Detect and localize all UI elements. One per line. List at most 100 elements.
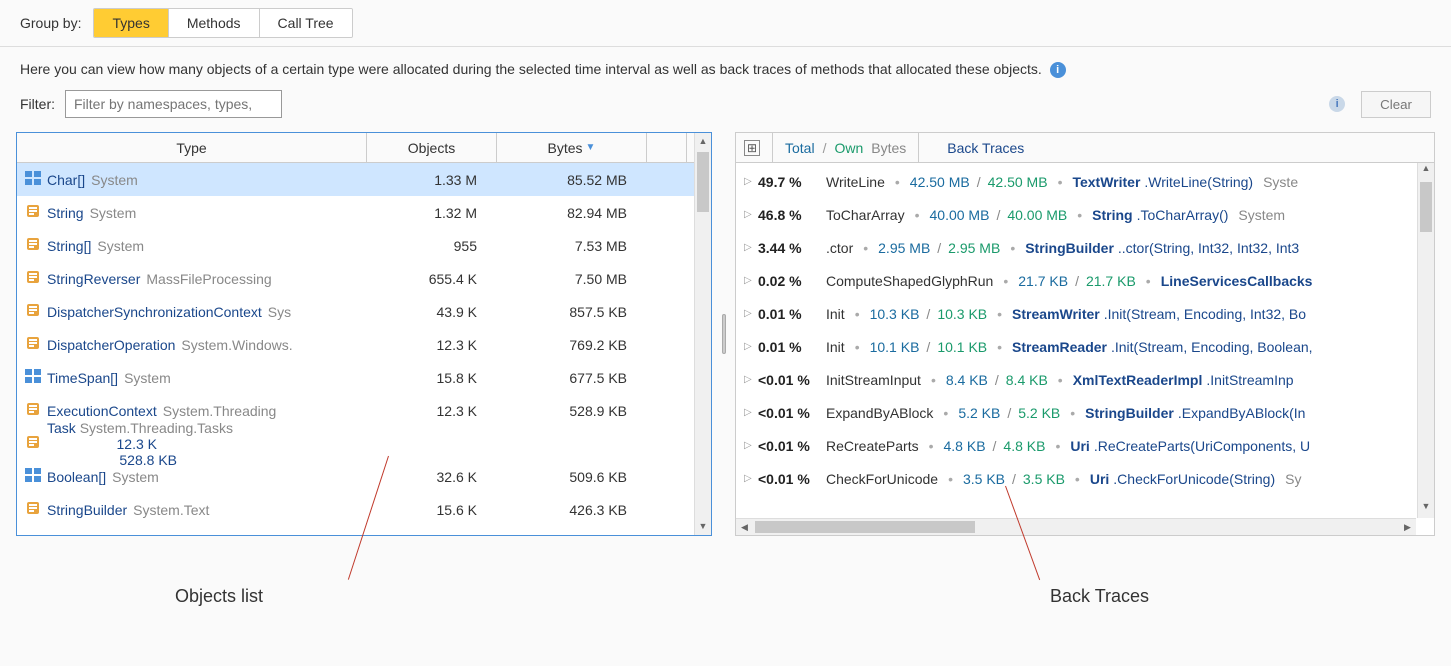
dot-separator: • (863, 240, 868, 256)
column-type[interactable]: Type (17, 133, 367, 162)
own-bytes: 40.00 MB (1007, 207, 1067, 223)
table-row[interactable]: StringBuilder System.Text15.6 K426.3 KB (17, 493, 711, 526)
filter-input[interactable] (65, 90, 282, 118)
own-bytes: 3.5 KB (1023, 471, 1065, 487)
expand-icon[interactable]: ▷ (744, 275, 754, 286)
backtrace-row[interactable]: ▷0.01 %Init•10.1 KB/10.1 KB•StreamReader… (736, 330, 1434, 363)
info-icon[interactable]: i (1050, 62, 1066, 78)
tab-methods[interactable]: Methods (169, 9, 260, 37)
percent-value: <0.01 % (758, 471, 818, 487)
objects-value: 1.32 M (367, 205, 497, 221)
total-bytes: 4.8 KB (944, 438, 986, 454)
dot-separator: • (1146, 273, 1151, 289)
table-row[interactable]: DispatcherSynchronizationContext Sys43.9… (17, 295, 711, 328)
table-row[interactable]: String[] System9557.53 MB (17, 229, 711, 262)
class-name: Uri (1070, 438, 1089, 454)
right-hscrollbar[interactable]: ◀ ▶ (736, 518, 1416, 535)
type-namespace: System (91, 172, 138, 188)
expand-icon[interactable]: ▷ (744, 308, 754, 319)
scroll-right-icon[interactable]: ▶ (1399, 522, 1416, 533)
type-namespace: Sys (268, 304, 291, 320)
table-row[interactable]: TimeSpan[] System15.8 K677.5 KB (17, 361, 711, 394)
expand-icon[interactable]: ▷ (744, 341, 754, 352)
method-name: ExpandByABlock (826, 405, 933, 421)
expand-all-icon[interactable]: ⊞ (744, 140, 760, 156)
dot-separator: • (929, 438, 934, 454)
table-row[interactable]: StringReverser MassFileProcessing655.4 K… (17, 262, 711, 295)
class-icon (25, 501, 41, 518)
bytes-value: 857.5 KB (497, 304, 647, 320)
splitter[interactable] (720, 132, 727, 536)
scroll-thumb[interactable] (755, 521, 975, 533)
column-extra[interactable] (647, 133, 687, 162)
filter-info-icon[interactable]: i (1329, 96, 1345, 112)
annotation-objects-list: Objects list (175, 586, 263, 607)
objects-value: 43.9 K (367, 304, 497, 320)
method-signature: .ReCreateParts(UriComponents, U (1094, 438, 1310, 454)
method-name: ComputeShapedGlyphRun (826, 273, 993, 289)
table-row[interactable]: Char[] System1.33 M85.52 MB (17, 163, 711, 196)
own-label[interactable]: Own (834, 140, 863, 156)
scroll-up-icon[interactable]: ▲ (695, 133, 711, 150)
tab-call-tree[interactable]: Call Tree (260, 9, 352, 37)
scroll-thumb[interactable] (1420, 182, 1432, 232)
back-traces-column-label[interactable]: Back Traces (947, 140, 1024, 156)
bytes-value: 82.94 MB (497, 205, 647, 221)
backtrace-row[interactable]: ▷0.02 %ComputeShapedGlyphRun•21.7 KB/21.… (736, 264, 1434, 297)
class-name: StreamReader (1012, 339, 1107, 355)
backtrace-row[interactable]: ▷49.7 %WriteLine•42.50 MB/42.50 MB•TextW… (736, 165, 1434, 198)
annotations: Objects list Back Traces (0, 536, 1451, 626)
type-namespace: System.Threading (163, 403, 277, 419)
scroll-down-icon[interactable]: ▼ (1418, 501, 1434, 518)
total-bytes: 2.95 MB (878, 240, 930, 256)
dot-separator: • (948, 471, 953, 487)
table-row[interactable]: Task System.Threading.Tasks12.3 K528.8 K… (17, 427, 711, 460)
objects-value: 12.3 K (47, 436, 177, 452)
type-name: Char[] (47, 172, 85, 188)
right-vscrollbar[interactable]: ▲ ▼ (1417, 163, 1434, 518)
left-scrollbar[interactable]: ▲ ▼ (694, 133, 711, 535)
backtrace-row[interactable]: ▷3.44 %.ctor•2.95 MB/2.95 MB•StringBuild… (736, 231, 1434, 264)
scroll-thumb[interactable] (697, 152, 709, 212)
tab-types[interactable]: Types (94, 9, 168, 37)
percent-value: 46.8 % (758, 207, 818, 223)
method-signature: .WriteLine(String) (1144, 174, 1253, 190)
expand-icon[interactable]: ▷ (744, 440, 754, 451)
expand-icon[interactable]: ▷ (744, 374, 754, 385)
backtrace-row[interactable]: ▷<0.01 %CheckForUnicode•3.5 KB/3.5 KB•Ur… (736, 462, 1434, 495)
clear-button[interactable]: Clear (1361, 91, 1431, 118)
backtrace-row[interactable]: ▷46.8 %ToCharArray•40.00 MB/40.00 MB•Str… (736, 198, 1434, 231)
bytes-value: 426.3 KB (497, 502, 647, 518)
class-icon (25, 204, 41, 221)
table-row[interactable]: DispatcherOperation System.Windows.12.3 … (17, 328, 711, 361)
column-objects[interactable]: Objects (367, 133, 497, 162)
total-label[interactable]: Total (785, 140, 815, 156)
method-name: ToCharArray (826, 207, 905, 223)
backtrace-row[interactable]: ▷0.01 %Init•10.3 KB/10.3 KB•StreamWriter… (736, 297, 1434, 330)
filter-row: Filter: i Clear (0, 86, 1451, 132)
percent-value: 0.01 % (758, 339, 818, 355)
expand-icon[interactable]: ▷ (744, 209, 754, 220)
expand-icon[interactable]: ▷ (744, 407, 754, 418)
class-icon (25, 435, 41, 452)
dot-separator: • (943, 405, 948, 421)
expand-icon[interactable]: ▷ (744, 473, 754, 484)
column-bytes[interactable]: Bytes▼ (497, 133, 647, 162)
backtrace-row[interactable]: ▷<0.01 %ExpandByABlock•5.2 KB/5.2 KB•Str… (736, 396, 1434, 429)
table-row[interactable]: String System1.32 M82.94 MB (17, 196, 711, 229)
scroll-down-icon[interactable]: ▼ (695, 518, 711, 535)
type-name: DispatcherOperation (47, 337, 175, 353)
dot-separator: • (1055, 438, 1060, 454)
sort-desc-icon: ▼ (586, 142, 596, 153)
backtrace-row[interactable]: ▷<0.01 %ReCreateParts•4.8 KB/4.8 KB•Uri.… (736, 429, 1434, 462)
type-namespace: System.Threading.Tasks (80, 420, 233, 436)
bytes-value: 509.6 KB (497, 469, 647, 485)
backtrace-row[interactable]: ▷<0.01 %InitStreamInput•8.4 KB/8.4 KB•Xm… (736, 363, 1434, 396)
method-name: InitStreamInput (826, 372, 921, 388)
dot-separator: • (1070, 405, 1075, 421)
expand-icon[interactable]: ▷ (744, 176, 754, 187)
scroll-up-icon[interactable]: ▲ (1418, 163, 1434, 180)
scroll-left-icon[interactable]: ◀ (736, 522, 753, 533)
objects-value: 32.6 K (367, 469, 497, 485)
expand-icon[interactable]: ▷ (744, 242, 754, 253)
